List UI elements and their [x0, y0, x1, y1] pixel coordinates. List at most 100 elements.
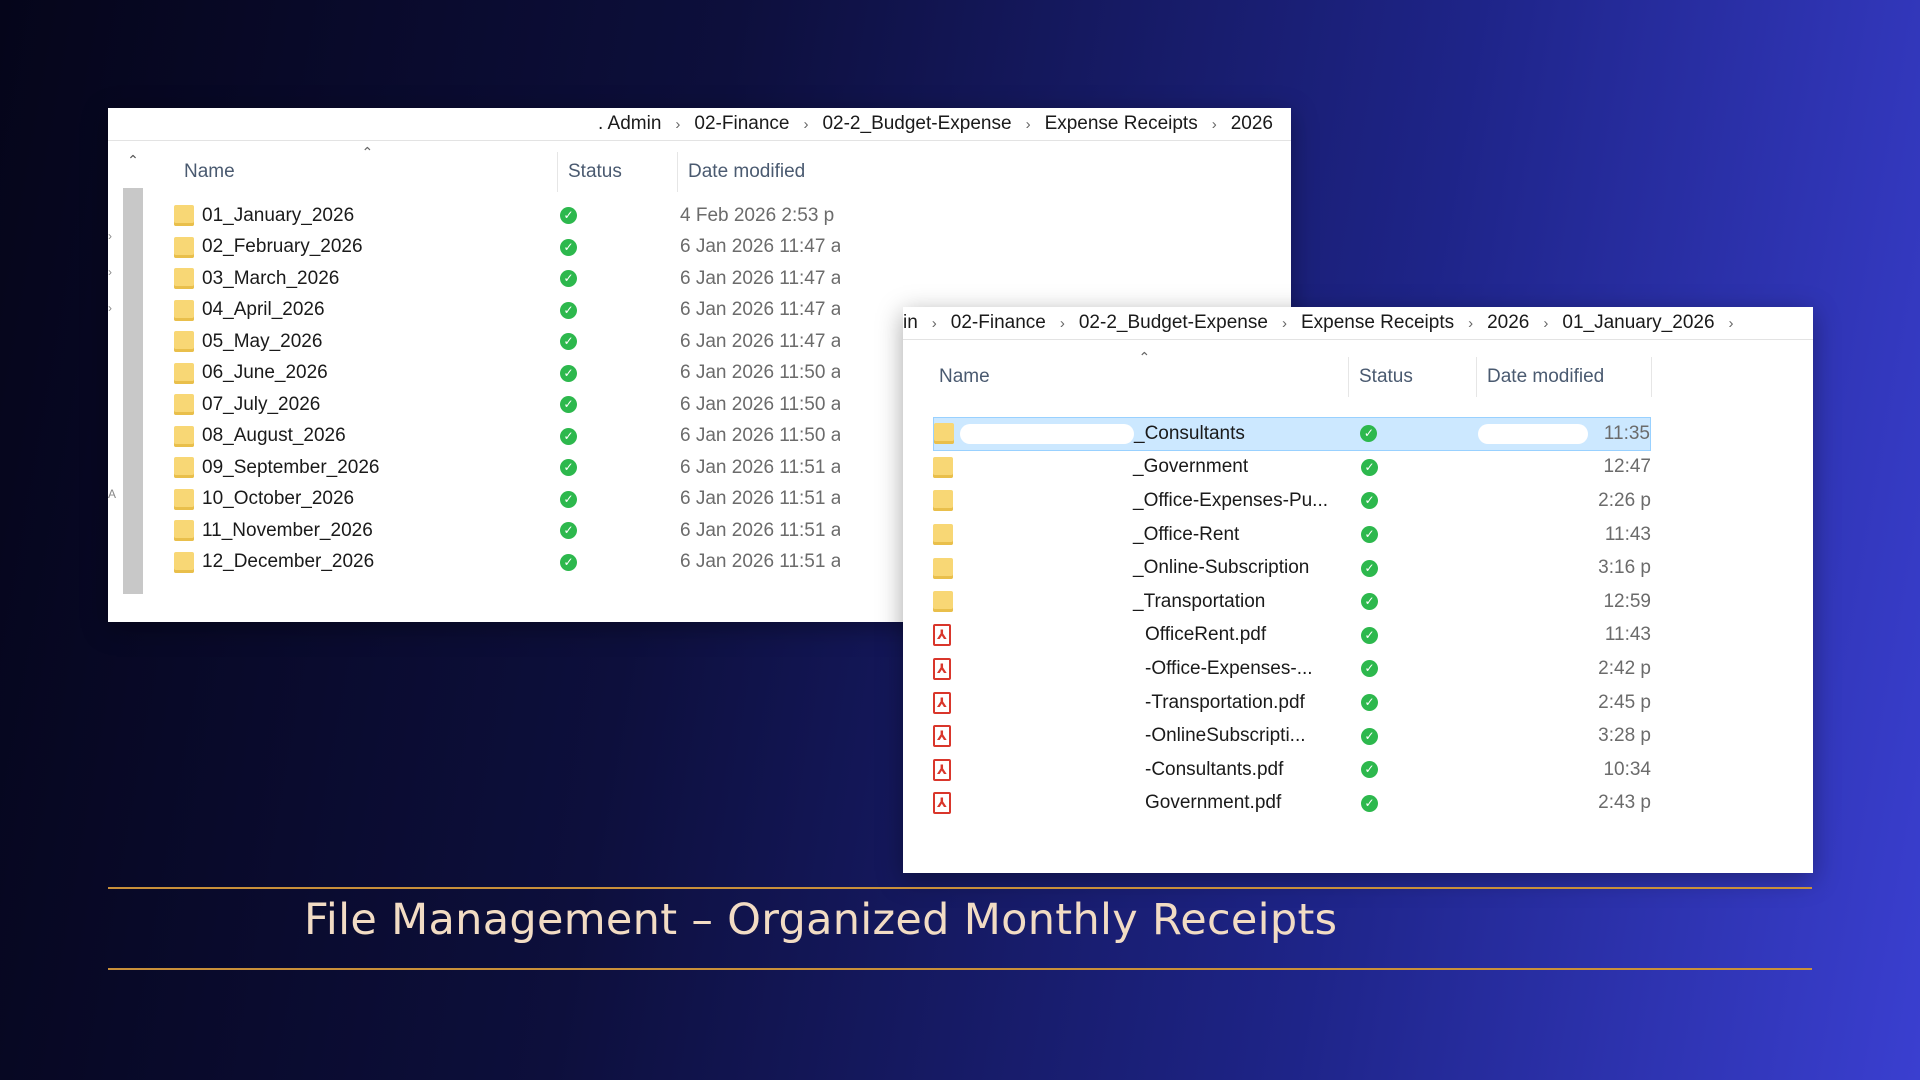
item-name: -Consultants.pdf: [1145, 758, 1284, 780]
sync-ok-icon: ✓: [1361, 727, 1378, 745]
file-row[interactable]: ⅄ -Consultants.pdf ✓ 10:34: [933, 753, 1651, 787]
sync-ok-icon: ✓: [560, 270, 577, 288]
folder-row[interactable]: _Government ✓ 12:47: [933, 451, 1651, 485]
folder-row[interactable]: 06_June_2026 ✓ 6 Jan 2026 11:50 a: [174, 358, 874, 390]
date-modified-cell: 12:59: [1603, 590, 1651, 612]
column-header-date[interactable]: Date modified: [1477, 357, 1652, 397]
item-name: 06_June_2026: [202, 362, 328, 384]
breadcrumb-item-2026[interactable]: 2026: [1225, 113, 1279, 135]
folder-row[interactable]: 07_July_2026 ✓ 6 Jan 2026 11:50 a: [174, 389, 874, 421]
folder-row[interactable]: 05_May_2026 ✓ 6 Jan 2026 11:47 a: [174, 326, 874, 358]
folder-row[interactable]: 10_October_2026 ✓ 6 Jan 2026 11:51 a: [174, 484, 874, 516]
vertical-scrollbar[interactable]: ⌃: [120, 148, 146, 622]
date-modified-cell: 6 Jan 2026 11:50 a: [680, 425, 840, 447]
breadcrumb-item-2026[interactable]: 2026: [1481, 312, 1535, 334]
folder-icon: [174, 299, 194, 321]
folder-row[interactable]: 12_December_2026 ✓ 6 Jan 2026 11:51 a: [174, 547, 874, 579]
folder-icon: [174, 551, 194, 573]
sync-ok-icon: ✓: [1361, 660, 1378, 678]
folder-row[interactable]: _Office-Expenses-Pu... ✓ 2:26 p: [933, 484, 1651, 518]
edge-label: A: [108, 487, 117, 501]
folder-row[interactable]: 08_August_2026 ✓ 6 Jan 2026 11:50 a: [174, 421, 874, 453]
item-name: _Government: [1133, 456, 1249, 478]
folder-row[interactable]: 02_February_2026 ✓ 6 Jan 2026 11:47 a: [174, 232, 874, 264]
status-cell: ✓: [1351, 761, 1479, 779]
column-header-status-label: Status: [1359, 366, 1413, 387]
sync-ok-icon: ✓: [560, 553, 577, 571]
breadcrumb-item-finance[interactable]: 02-Finance: [688, 113, 795, 135]
folder-row[interactable]: 01_January_2026 ✓ 4 Feb 2026 2:53 p: [174, 200, 874, 232]
column-header-date[interactable]: Date modified: [678, 152, 848, 192]
chevron-up-icon: ⌃: [361, 144, 374, 160]
folder-row[interactable]: _Online-Subscription ✓ 3:16 p: [933, 551, 1651, 585]
name-prefix-redacted: [960, 423, 1134, 444]
date-modified-cell: 2:43 p: [1598, 792, 1651, 814]
status-cell: ✓: [560, 459, 680, 477]
chevron-right-icon: ›: [1059, 314, 1065, 332]
folder-row[interactable]: 03_March_2026 ✓ 6 Jan 2026 11:47 a: [174, 263, 874, 295]
breadcrumb-item-expense-receipts[interactable]: Expense Receipts: [1039, 113, 1204, 135]
expand-arrow-icon[interactable]: ›: [108, 218, 116, 254]
date-modified-cell: 6 Jan 2026 11:50 a: [680, 393, 840, 415]
breadcrumb-item-january[interactable]: 01_January_2026: [1556, 312, 1720, 334]
item-name: 10_October_2026: [202, 488, 355, 510]
sync-ok-icon: ✓: [560, 301, 577, 319]
pdf-file-icon: ⅄: [933, 691, 951, 714]
scroll-thumb[interactable]: [123, 188, 143, 594]
item-name: 08_August_2026: [202, 425, 346, 447]
sync-ok-icon: ✓: [560, 459, 577, 477]
date-modified-cell: 3:16 p: [1598, 557, 1651, 579]
name-cell: _Office-Expenses-Pu...: [933, 490, 1351, 512]
item-name: _Transportation: [1133, 590, 1266, 612]
expand-arrow-icon[interactable]: ›: [108, 290, 116, 326]
folder-icon: [934, 423, 954, 445]
folder-row[interactable]: _Consultants ✓ 11:35: [933, 417, 1651, 451]
breadcrumb-item-expense-receipts[interactable]: Expense Receipts: [1295, 312, 1460, 334]
expand-arrow-icon[interactable]: ›: [108, 254, 116, 290]
breadcrumb: . Admin › 02-Finance › 02-2_Budget-Expen…: [108, 108, 1291, 141]
folder-row[interactable]: _Transportation ✓ 12:59: [933, 585, 1651, 619]
file-row[interactable]: ⅄ -OnlineSubscripti... ✓ 3:28 p: [933, 719, 1651, 753]
breadcrumb-item-budget-expense[interactable]: 02-2_Budget-Expense: [816, 113, 1017, 135]
chevron-right-icon: ›: [1728, 314, 1734, 332]
item-name: 09_September_2026: [202, 456, 380, 478]
folder-icon: [174, 236, 194, 258]
column-header-name[interactable]: Name ⌃: [929, 349, 1349, 397]
sync-ok-icon: ✓: [560, 522, 577, 540]
column-header-name-label: Name: [939, 366, 990, 387]
sync-ok-icon: ✓: [1360, 425, 1378, 443]
pdf-file-icon: ⅄: [933, 725, 951, 748]
item-name: _Office-Expenses-Pu...: [1133, 489, 1329, 511]
file-row[interactable]: ⅄ OfficeRent.pdf ✓ 11:43: [933, 619, 1651, 653]
column-header-status[interactable]: Status: [558, 152, 678, 192]
breadcrumb-item-finance[interactable]: 02-Finance: [945, 312, 1052, 334]
file-row[interactable]: ⅄ -Transportation.pdf ✓ 2:45 p: [933, 686, 1651, 720]
item-name: _Office-Rent: [1133, 523, 1240, 545]
breadcrumb-item-truncated[interactable]: in: [903, 312, 924, 334]
file-row[interactable]: ⅄ -Office-Expenses-... ✓ 2:42 p: [933, 652, 1651, 686]
status-cell: ✓: [560, 396, 680, 414]
name-cell: 08_August_2026: [174, 425, 560, 447]
folder-row[interactable]: 04_April_2026 ✓ 6 Jan 2026 11:47 a: [174, 295, 874, 327]
folder-row[interactable]: 11_November_2026 ✓ 6 Jan 2026 11:51 a: [174, 515, 874, 547]
status-cell: ✓: [560, 522, 680, 540]
status-cell: ✓: [1350, 425, 1478, 443]
breadcrumb: in › 02-Finance › 02-2_Budget-Expense › …: [903, 307, 1813, 340]
sync-ok-icon: ✓: [560, 364, 577, 382]
column-header-name[interactable]: Name ⌃: [166, 144, 558, 192]
chevron-up-icon: ⌃: [1138, 349, 1151, 365]
column-header-date-label: Date modified: [1487, 366, 1605, 387]
folder-row[interactable]: _Office-Rent ✓ 11:43: [933, 518, 1651, 552]
sync-ok-icon: ✓: [560, 333, 577, 351]
breadcrumb-item-admin[interactable]: . Admin: [592, 113, 667, 135]
file-row[interactable]: ⅄ Government.pdf ✓ 2:43 p: [933, 787, 1651, 821]
folder-row[interactable]: 09_September_2026 ✓ 6 Jan 2026 11:51 a: [174, 452, 874, 484]
scroll-up-arrow-icon[interactable]: ⌃: [120, 148, 146, 172]
breadcrumb-item-budget-expense[interactable]: 02-2_Budget-Expense: [1073, 312, 1274, 334]
item-name: _Online-Subscription: [1133, 557, 1310, 579]
item-name: 11_November_2026: [202, 519, 373, 541]
sync-ok-icon: ✓: [1361, 559, 1378, 577]
column-header-status[interactable]: Status: [1349, 357, 1477, 397]
folder-icon: [174, 520, 194, 542]
pdf-file-icon: ⅄: [933, 792, 951, 815]
